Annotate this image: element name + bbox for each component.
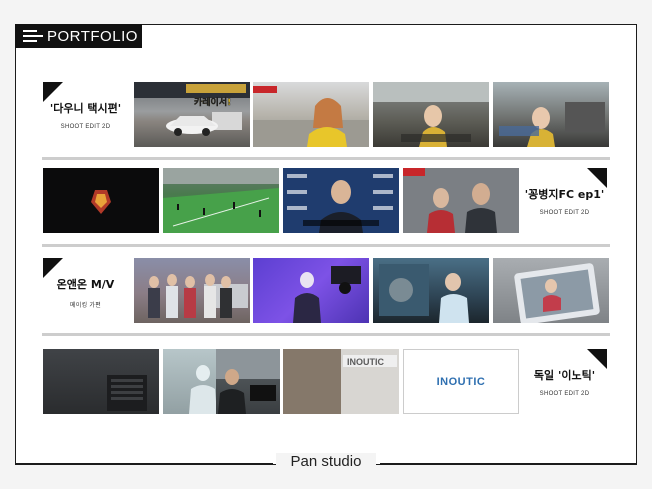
row-subtitle: SHOOT EDIT 2D (539, 391, 590, 397)
footer-line-right (380, 463, 637, 464)
device-thumbnail (107, 375, 147, 411)
row-subtitle: SHOOT EDIT 2D (60, 124, 111, 130)
row-subtitle: SHOOT EDIT 2D (539, 210, 590, 216)
press-conference-thumbnail (283, 168, 399, 233)
thumbnail-fc-1[interactable] (43, 168, 159, 233)
thumbnail-inoutic-4[interactable]: INOUTIC (283, 349, 399, 414)
thumbnail-mv-3[interactable] (373, 258, 489, 323)
factory-thumbnail (379, 264, 469, 323)
row-title: '다우니 택시편' (49, 102, 122, 115)
row-divider (42, 157, 610, 160)
thumbnail-mv-2[interactable] (253, 258, 369, 323)
supercar-thumbnail: 카레이서! (134, 82, 250, 136)
car-interior-thumbnail (499, 102, 605, 147)
woman-interview-thumbnail (253, 86, 369, 147)
thumbnail-inoutic-1[interactable] (43, 349, 159, 414)
portfolio-header-tab: PORTFOLIO (15, 24, 142, 48)
thumbnail-fc-2[interactable] (163, 168, 279, 233)
car-interior-thumbnail (373, 82, 489, 147)
menu-icon (23, 29, 45, 43)
row-title: 독일 '이노틱' (533, 369, 596, 382)
building-sign-text: INOUTIC (347, 357, 384, 367)
fc-logo-thumbnail (91, 190, 111, 214)
thumbnail-taxi-2[interactable] (253, 82, 369, 147)
corner-triangle-icon (43, 82, 63, 102)
two-people-thumbnail (403, 168, 519, 233)
phone-screen-thumbnail (514, 263, 600, 323)
thumbnail-taxi-4[interactable] (493, 82, 609, 147)
row-label-taxi: '다우니 택시편' SHOOT EDIT 2D (43, 82, 128, 148)
row-title: 온앤온 M/V (56, 278, 115, 291)
row-title: '꽁병지FC ep1' (524, 188, 605, 201)
footer-brand: Pan studio (276, 453, 376, 470)
soccer-field-thumbnail (163, 168, 279, 233)
thumbnail-taxi-1[interactable]: 카레이서! (134, 82, 250, 147)
group-thumbnail (148, 274, 248, 318)
footer-line-left (15, 463, 273, 464)
building-sign-thumbnail: INOUTIC (283, 349, 399, 414)
row-label-inoutic: 독일 '이노틱' SHOOT EDIT 2D (522, 349, 607, 415)
row-label-mv: 온앤온 M/V 메이킹 가편 (43, 258, 128, 324)
corner-triangle-icon (587, 349, 607, 369)
page-title: PORTFOLIO (47, 27, 138, 45)
thumbnail-taxi-3[interactable] (373, 82, 489, 147)
thumbnail-inoutic-3[interactable] (216, 349, 280, 414)
office-worker-thumbnail (216, 349, 280, 414)
row-divider (42, 244, 610, 247)
thumbnail-mv-4[interactable] (493, 258, 609, 323)
row-label-fc: '꽁병지FC ep1' SHOOT EDIT 2D (522, 168, 607, 234)
thumbnail-fc-3[interactable] (283, 168, 399, 233)
thumbnail-inoutic-logo[interactable]: INOUTIC (403, 349, 519, 414)
corner-triangle-icon (43, 258, 63, 278)
thumbnail-mv-1[interactable] (134, 258, 250, 323)
thumbnail-fc-4[interactable] (403, 168, 519, 233)
inoutic-logo: INOUTIC (436, 375, 486, 388)
camera-crew-thumbnail (293, 266, 361, 323)
thumbnail-caption: 카레이서! (194, 96, 231, 108)
corner-triangle-icon (587, 168, 607, 188)
row-subtitle: 메이킹 가편 (69, 303, 102, 309)
row-divider (42, 333, 610, 336)
